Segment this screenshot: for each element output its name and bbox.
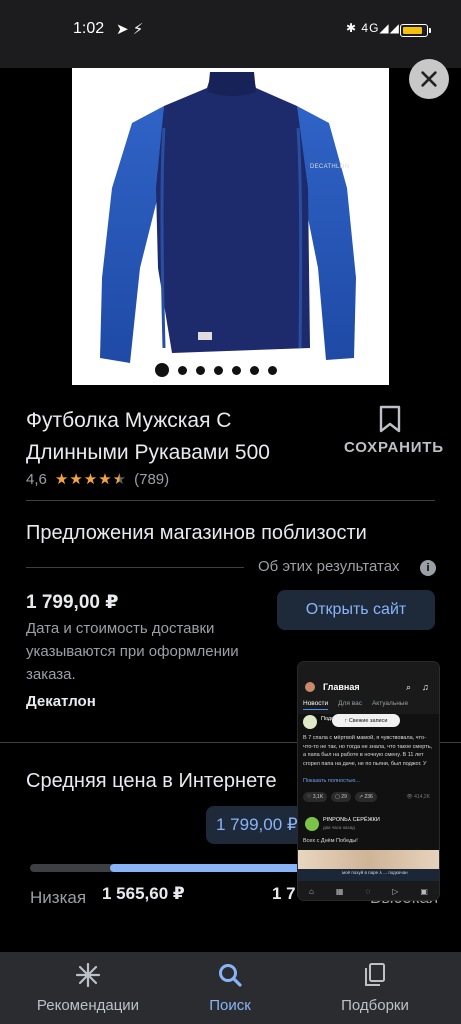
rating-value: 4,6 — [26, 471, 47, 488]
high-price: 1 7 — [272, 884, 296, 903]
info-icon[interactable]: i — [420, 560, 436, 576]
bookmark-icon[interactable] — [377, 404, 403, 434]
nav-label: Рекомендации — [36, 997, 140, 1014]
bell-icon[interactable]: ♫ — [422, 682, 429, 692]
fresh-posts-button[interactable]: ↑ Свежие записи — [332, 714, 400, 727]
show-more-link[interactable]: Показать полностью... — [303, 778, 360, 784]
share-button[interactable]: ↗ 236 — [354, 792, 377, 802]
player-text: моё похуй в паре ⅄ ... подкачан — [342, 870, 408, 875]
post-time: два часа назад — [323, 825, 355, 830]
tab-for-you[interactable]: Для вас — [338, 700, 362, 710]
sheet-header — [0, 48, 461, 68]
nav-label: Подборки — [341, 997, 409, 1014]
battery-icon — [400, 24, 428, 37]
nav-recommendations[interactable]: Рекомендации — [18, 952, 158, 1024]
offers-heading: Предложения магазинов поблизости — [26, 522, 367, 544]
close-button[interactable] — [409, 59, 449, 99]
nav-collections[interactable]: Подборки — [320, 952, 430, 1024]
services-icon[interactable]: ▦ — [336, 887, 344, 896]
video-icon[interactable]: ▣ — [420, 887, 428, 896]
nav-search[interactable]: Поиск — [180, 952, 280, 1024]
product-title: Футболка Мужская С Длинными Рукавами 500 — [26, 409, 270, 464]
mini-title: Главная — [323, 682, 360, 692]
post-text: В 7 спала с мёртвой мамой, я чувствовала… — [303, 735, 433, 767]
store-name[interactable]: Декатлон — [26, 693, 96, 710]
bottom-nav: Рекомендации Поиск Подборки — [0, 952, 461, 1024]
save-button[interactable]: СОХРАНИТЬ — [344, 439, 444, 456]
nav-label: Поиск — [209, 997, 251, 1014]
delivery-note: Дата и стоимость доставки указываются пр… — [26, 620, 239, 683]
about-results-link[interactable]: Об этих результатах — [258, 558, 400, 575]
carousel-dot[interactable] — [214, 365, 223, 375]
comment-button[interactable]: ▢ 29 — [331, 792, 351, 802]
carousel-dot[interactable] — [268, 365, 277, 375]
divider — [26, 500, 435, 501]
tab-news[interactable]: Новости — [303, 700, 329, 710]
search-icon[interactable]: ⌕ — [406, 682, 411, 693]
carousel-dot[interactable] — [250, 365, 259, 375]
floating-app-window[interactable]: Главная ⌕ ♫ Новости Для вас Актуальные П… — [297, 661, 440, 901]
low-price: 1 565,60 ₽ — [102, 884, 185, 903]
reviews-count: (789) — [134, 471, 170, 488]
brand-label: DECATHLON — [310, 164, 350, 170]
post-author[interactable]: PINPONЬ⅄ СЕРЁЖКИ — [323, 817, 380, 823]
like-button[interactable]: ♡ 3,1K — [303, 792, 328, 802]
carousel-dot[interactable] — [196, 365, 205, 375]
star-icon: ★ — [112, 471, 127, 488]
current-price-badge: 1 799,00 ₽ — [206, 806, 308, 844]
search-icon — [219, 964, 242, 987]
avatar[interactable] — [305, 682, 315, 692]
telegram-icon: ➤ ⚡ — [116, 21, 144, 38]
status-time: 1:02 — [73, 20, 105, 37]
rating-row[interactable]: 4,6 ★ ★ ★ ★ ★ (789) — [26, 471, 169, 488]
star-icon: ★ — [98, 471, 112, 488]
tab-trending[interactable]: Актуальные — [372, 700, 408, 710]
avatar[interactable] — [305, 817, 319, 831]
star-icon: ★ — [83, 471, 98, 488]
star-icon: ★ — [69, 471, 83, 488]
average-price-heading: Средняя цена в Интернете — [26, 770, 277, 792]
close-icon — [421, 71, 437, 87]
mini-bottom-nav: ⌂ ▦ ◌ ▷ ▣ — [298, 881, 439, 900]
asterisk-icon — [75, 962, 101, 988]
views-count: 👁 414,2K — [406, 794, 430, 800]
status-bar: 1:02 ➤ ⚡ ✱ 4G◢◢ — [0, 0, 461, 48]
network-icons: ✱ 4G◢◢ — [346, 21, 400, 35]
divider — [26, 567, 244, 568]
home-icon[interactable]: ⌂ — [309, 887, 314, 896]
messenger-icon[interactable]: ◌ — [365, 887, 370, 896]
carousel-dot[interactable] — [178, 365, 187, 375]
offer-price: 1 799,00 ₽ — [26, 592, 119, 613]
rating-stars: ★ ★ ★ ★ ★ — [55, 472, 126, 487]
low-label: Низкая — [30, 888, 87, 907]
carousel-dot[interactable] — [232, 365, 241, 375]
image-carousel-dots[interactable] — [155, 362, 277, 378]
open-site-button[interactable]: Открыть сайт — [277, 590, 435, 630]
avatar[interactable] — [303, 715, 317, 729]
clips-icon[interactable]: ▷ — [392, 887, 398, 896]
post-actions: ♡ 3,1K ▢ 29 ↗ 236 👁 414,2K — [303, 792, 434, 802]
product-image[interactable]: DECATHLON — [72, 68, 389, 385]
post-text: Всех с Днём Победы! — [303, 838, 358, 844]
battery-tip — [429, 28, 431, 33]
collections-icon — [365, 963, 385, 986]
mini-tabs: Новости Для вас Актуальные — [303, 700, 408, 710]
carousel-dot[interactable] — [155, 363, 169, 377]
star-icon: ★ — [54, 471, 69, 488]
